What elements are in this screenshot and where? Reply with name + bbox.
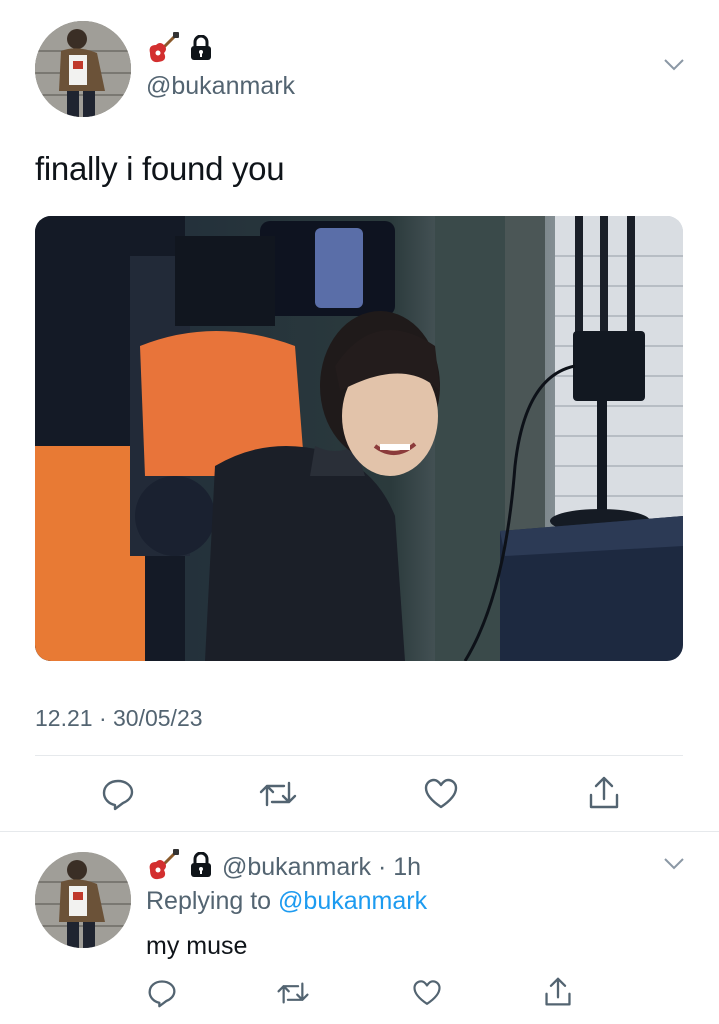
tweet-timestamp[interactable]: 12.21 · 30/05/23 (35, 705, 203, 732)
guitar-icon (146, 31, 180, 70)
tweet-text: finally i found you (35, 150, 285, 187)
section-divider (0, 831, 719, 832)
lock-icon (190, 34, 212, 66)
chevron-down-icon[interactable] (663, 58, 685, 77)
replying-handle-link[interactable]: @bukanmark (278, 887, 427, 915)
lock-icon (190, 851, 212, 883)
reply-retweet-icon[interactable] (274, 976, 312, 1010)
like-icon[interactable] (420, 775, 462, 813)
reply-like-icon[interactable] (410, 976, 444, 1010)
replying-prefix: Replying to (146, 887, 272, 915)
tweet-photo[interactable] (35, 216, 683, 661)
reply-handle-time[interactable]: @bukanmark · 1h (222, 853, 421, 882)
guitar-icon (146, 848, 180, 887)
reply-avatar[interactable] (35, 852, 131, 948)
author-handle[interactable]: @bukanmark (146, 72, 295, 101)
reply-share-icon[interactable] (541, 974, 575, 1010)
share-icon[interactable] (584, 773, 624, 813)
divider (35, 755, 683, 756)
reply-reply-icon[interactable] (145, 976, 179, 1010)
avatar[interactable] (35, 21, 131, 117)
replying-to: Replying to @bukanmark (146, 887, 427, 916)
reply-name-icons: @bukanmark · 1h (146, 848, 421, 887)
reply-text: my muse (146, 932, 248, 960)
name-icons (146, 31, 212, 70)
retweet-icon[interactable] (256, 775, 300, 813)
reply-icon[interactable] (98, 775, 138, 813)
reply-chevron-down-icon[interactable] (663, 857, 685, 876)
